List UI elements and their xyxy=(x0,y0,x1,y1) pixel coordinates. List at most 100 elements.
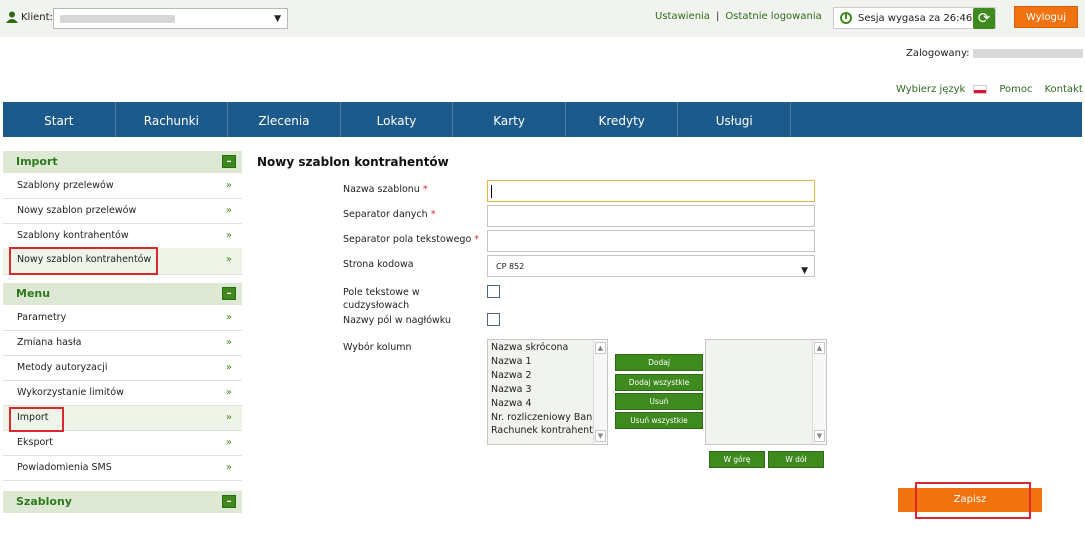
polish-flag-icon[interactable] xyxy=(973,85,988,94)
sidebar-templates-title: Szablony xyxy=(16,495,72,508)
sidebar-item-label: Metody autoryzacji xyxy=(17,362,108,373)
utility-links: Wybierz język Pomoc Kontakt xyxy=(896,84,1083,95)
codepage-value: CP 852 xyxy=(496,262,525,271)
sidebar-item-parameters[interactable]: Parametry » xyxy=(3,306,242,331)
double-chevron-icon: » xyxy=(225,312,232,323)
add-all-columns-button[interactable]: Dodaj wszystkie xyxy=(615,374,703,391)
sidebar-item-sms-notifications[interactable]: Powiadomienia SMS » xyxy=(3,456,242,481)
columns-label: Wybór kolumn xyxy=(343,342,412,353)
double-chevron-icon: » xyxy=(225,254,232,265)
double-chevron-icon: » xyxy=(225,362,232,373)
last-logins-link[interactable]: Ostatnie logowania xyxy=(725,11,821,22)
client-label-text: Klient: xyxy=(21,11,53,23)
remove-all-columns-button[interactable]: Usuń wszystkie xyxy=(615,412,703,429)
sidebar-menu-header[interactable]: Menu – xyxy=(3,283,242,305)
sidebar-item-password-change[interactable]: Zmiana hasła » xyxy=(3,331,242,356)
required-mark: * xyxy=(422,184,428,195)
sidebar-item-label: Szablony przelewów xyxy=(17,180,114,191)
list-item[interactable]: Nazwa 4 xyxy=(488,397,594,411)
main-nav: Start Rachunki Zlecenia Lokaty Karty Kre… xyxy=(3,102,1082,137)
data-separator-input[interactable] xyxy=(487,205,815,227)
nav-accounts[interactable]: Rachunki xyxy=(116,102,229,137)
sidebar-item-new-transfer-template[interactable]: Nowy szablon przelewów » xyxy=(3,199,242,224)
scroll-up-icon[interactable]: ▲ xyxy=(814,342,825,354)
move-up-button[interactable]: W górę xyxy=(709,451,765,468)
nav-deposits[interactable]: Lokaty xyxy=(341,102,454,137)
logged-in-info: Zalogowany: xyxy=(906,48,1083,59)
user-icon xyxy=(6,11,18,23)
chevron-down-icon: ▼ xyxy=(801,266,808,276)
template-name-label: Nazwa szablonu * xyxy=(343,184,428,195)
list-item[interactable]: Nr. rozliczeniowy Banku xyxy=(488,411,594,425)
nav-start[interactable]: Start xyxy=(3,102,116,137)
quoted-text-label: Pole tekstowe w cudzysłowach xyxy=(343,286,420,312)
list-item[interactable]: Nazwa 2 xyxy=(488,369,594,383)
contact-link[interactable]: Kontakt xyxy=(1045,84,1083,95)
list-item[interactable]: Nazwa skrócona xyxy=(488,341,594,355)
double-chevron-icon: » xyxy=(225,387,232,398)
label-text: Nazwa szablonu xyxy=(343,184,420,195)
double-chevron-icon: » xyxy=(225,205,232,216)
nav-cards[interactable]: Karty xyxy=(453,102,566,137)
label-text: Separator danych xyxy=(343,209,428,220)
logged-in-label: Zalogowany: xyxy=(906,48,970,59)
scroll-down-icon[interactable]: ▼ xyxy=(814,430,825,442)
user-name-redacted xyxy=(972,48,1083,58)
scrollbar[interactable]: ▲ ▼ xyxy=(593,340,607,444)
refresh-icon[interactable]: ⟳ xyxy=(973,8,995,29)
selected-columns-list[interactable]: ▲ ▼ xyxy=(705,339,827,445)
help-link[interactable]: Pomoc xyxy=(999,84,1032,95)
sidebar-item-limits-usage[interactable]: Wykorzystanie limitów » xyxy=(3,381,242,406)
template-name-input[interactable] xyxy=(487,180,815,202)
add-column-button[interactable]: Dodaj xyxy=(615,354,703,371)
text-separator-input[interactable] xyxy=(487,230,815,252)
sidebar-templates-header[interactable]: Szablony – xyxy=(3,491,242,513)
highlight-box xyxy=(9,407,64,432)
sidebar-item-transfer-templates[interactable]: Szablony przelewów » xyxy=(3,174,242,199)
top-links: Ustawienia | Ostatnie logowania xyxy=(655,11,822,22)
nav-services[interactable]: Usługi xyxy=(678,102,792,137)
list-item[interactable]: Nazwa 3 xyxy=(488,383,594,397)
highlight-box xyxy=(9,247,158,275)
list-item[interactable]: Nazwa 1 xyxy=(488,355,594,369)
double-chevron-icon: » xyxy=(225,412,232,423)
label-line-1: Pole tekstowe w xyxy=(343,287,420,298)
sidebar-item-label: Nowy szablon przelewów xyxy=(17,205,137,216)
nav-orders[interactable]: Zlecenia xyxy=(228,102,341,137)
move-down-button[interactable]: W dół xyxy=(768,451,824,468)
page-title: Nowy szablon kontrahentów xyxy=(257,155,449,169)
sidebar-item-label: Wykorzystanie limitów xyxy=(17,387,124,398)
nav-credits[interactable]: Kredyty xyxy=(566,102,679,137)
client-select[interactable]: ▼ xyxy=(53,8,288,29)
language-link[interactable]: Wybierz język xyxy=(896,84,965,95)
scrollbar[interactable]: ▲ ▼ xyxy=(812,340,826,444)
header-names-checkbox[interactable] xyxy=(487,313,500,326)
collapse-icon[interactable]: – xyxy=(222,495,236,508)
sidebar-item-label: Szablony kontrahentów xyxy=(17,230,129,241)
logout-button[interactable]: Wyloguj xyxy=(1014,6,1078,28)
label-text: Separator pola tekstowego xyxy=(343,234,472,245)
settings-link[interactable]: Ustawienia xyxy=(655,11,710,22)
sidebar-item-export[interactable]: Eksport » xyxy=(3,431,242,456)
sidebar-import-header[interactable]: Import – xyxy=(3,151,242,173)
sidebar-item-label: Parametry xyxy=(17,312,67,323)
quoted-text-checkbox[interactable] xyxy=(487,285,500,298)
double-chevron-icon: » xyxy=(225,437,232,448)
label-line-2: cudzysłowach xyxy=(343,300,410,311)
available-columns-list[interactable]: Nazwa skrócona Nazwa 1 Nazwa 2 Nazwa 3 N… xyxy=(487,339,608,445)
list-item[interactable]: Rachunek kontrahenta xyxy=(488,424,594,438)
collapse-icon[interactable]: – xyxy=(222,155,236,168)
sidebar-menu-title: Menu xyxy=(16,287,51,300)
scroll-up-icon[interactable]: ▲ xyxy=(595,342,606,354)
sidebar-item-label: Powiadomienia SMS xyxy=(17,462,112,473)
session-timer: Sesja wygasa za 26:46 xyxy=(833,7,996,29)
sidebar-item-contractor-templates[interactable]: Szablony kontrahentów » xyxy=(3,224,242,249)
sidebar-item-label: Zmiana hasła xyxy=(17,337,82,348)
text-cursor xyxy=(491,185,492,198)
highlight-box xyxy=(915,482,1031,519)
collapse-icon[interactable]: – xyxy=(222,287,236,300)
scroll-down-icon[interactable]: ▼ xyxy=(595,430,606,442)
remove-column-button[interactable]: Usuń xyxy=(615,393,703,410)
codepage-select[interactable]: CP 852 ▼ xyxy=(487,255,815,277)
sidebar-item-auth-methods[interactable]: Metody autoryzacji » xyxy=(3,356,242,381)
